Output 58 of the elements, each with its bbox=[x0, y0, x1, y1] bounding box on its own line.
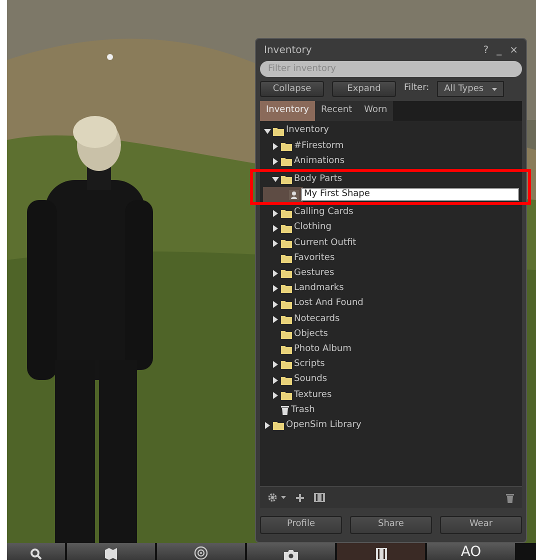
close-button[interactable]: × bbox=[510, 42, 518, 58]
action-button[interactable]: Share bbox=[350, 516, 432, 534]
rename-field[interactable]: My First Shape bbox=[301, 188, 519, 202]
toolbar-button[interactable] bbox=[7, 543, 65, 560]
tree-row[interactable]: Inventory bbox=[263, 124, 522, 139]
tree-row[interactable]: Animations bbox=[263, 154, 522, 170]
tree-row[interactable]: My First Shape bbox=[263, 187, 522, 202]
toolbar-button[interactable] bbox=[157, 543, 245, 560]
inventory-icon bbox=[376, 548, 386, 560]
action-button[interactable]: Profile bbox=[260, 516, 342, 534]
tree-row[interactable]: Sounds bbox=[263, 372, 522, 388]
caret-icon bbox=[281, 496, 286, 499]
add-icon[interactable] bbox=[296, 494, 304, 502]
filter-label: Filter: bbox=[404, 82, 430, 96]
expanded-arrow-icon[interactable] bbox=[264, 128, 270, 134]
tree-row[interactable]: Scripts bbox=[263, 357, 522, 372]
collapsed-arrow-icon[interactable] bbox=[272, 361, 278, 368]
tree-row[interactable]: Calling Cards bbox=[263, 205, 522, 221]
type-dropdown[interactable]: All Types bbox=[437, 81, 504, 97]
tree-row[interactable]: Gestures bbox=[263, 266, 522, 282]
tree-row[interactable]: #Firestorm bbox=[263, 138, 522, 154]
expanded-arrow-icon[interactable] bbox=[272, 177, 278, 182]
tab[interactable]: Inventory bbox=[260, 101, 315, 120]
tree-row[interactable]: Trash bbox=[263, 402, 522, 418]
tab[interactable]: Worn bbox=[358, 101, 394, 120]
body-shape-icon bbox=[289, 190, 299, 200]
action-button[interactable]: Wear bbox=[440, 516, 522, 534]
tree-row[interactable]: Notecards bbox=[263, 312, 522, 327]
search-icon bbox=[30, 548, 42, 560]
tree-row[interactable]: Landmarks bbox=[263, 281, 522, 297]
toolbar-button[interactable]: AO bbox=[427, 543, 515, 560]
tree-row[interactable]: Favorites bbox=[263, 251, 522, 266]
tree-row[interactable]: Objects bbox=[263, 326, 522, 342]
toolbar-button[interactable]: Expand bbox=[332, 81, 396, 97]
toolbar-button[interactable]: Collapse bbox=[260, 81, 324, 97]
toolbar-button[interactable] bbox=[247, 543, 335, 560]
collapsed-arrow-icon[interactable] bbox=[264, 422, 270, 430]
tree-row[interactable]: Lost And Found bbox=[263, 296, 522, 312]
tree-row[interactable]: OpenSim Library bbox=[263, 418, 522, 434]
tree-row[interactable]: Body Parts bbox=[263, 172, 522, 188]
caret-icon bbox=[492, 88, 497, 90]
help-button[interactable]: ? bbox=[483, 42, 489, 58]
trash-icon bbox=[281, 405, 289, 416]
window-title: Inventory bbox=[264, 44, 312, 58]
tree-row[interactable]: Current Outfit bbox=[263, 236, 522, 251]
map-icon bbox=[105, 548, 117, 560]
camera-icon bbox=[284, 549, 298, 560]
settings-icon bbox=[268, 493, 277, 502]
tab[interactable]: Recent bbox=[315, 101, 358, 120]
gear-menu-button[interactable] bbox=[268, 493, 286, 502]
tree-row[interactable]: Textures bbox=[263, 388, 522, 403]
toolbar-button[interactable] bbox=[67, 543, 155, 560]
toolbar-button[interactable] bbox=[337, 543, 425, 560]
tree-row[interactable]: Clothing bbox=[263, 220, 522, 236]
tree-row[interactable]: Photo Album bbox=[263, 342, 522, 358]
minimize-button[interactable]: _ bbox=[496, 42, 502, 58]
radar-icon bbox=[194, 546, 208, 560]
trash-icon[interactable] bbox=[506, 492, 514, 502]
